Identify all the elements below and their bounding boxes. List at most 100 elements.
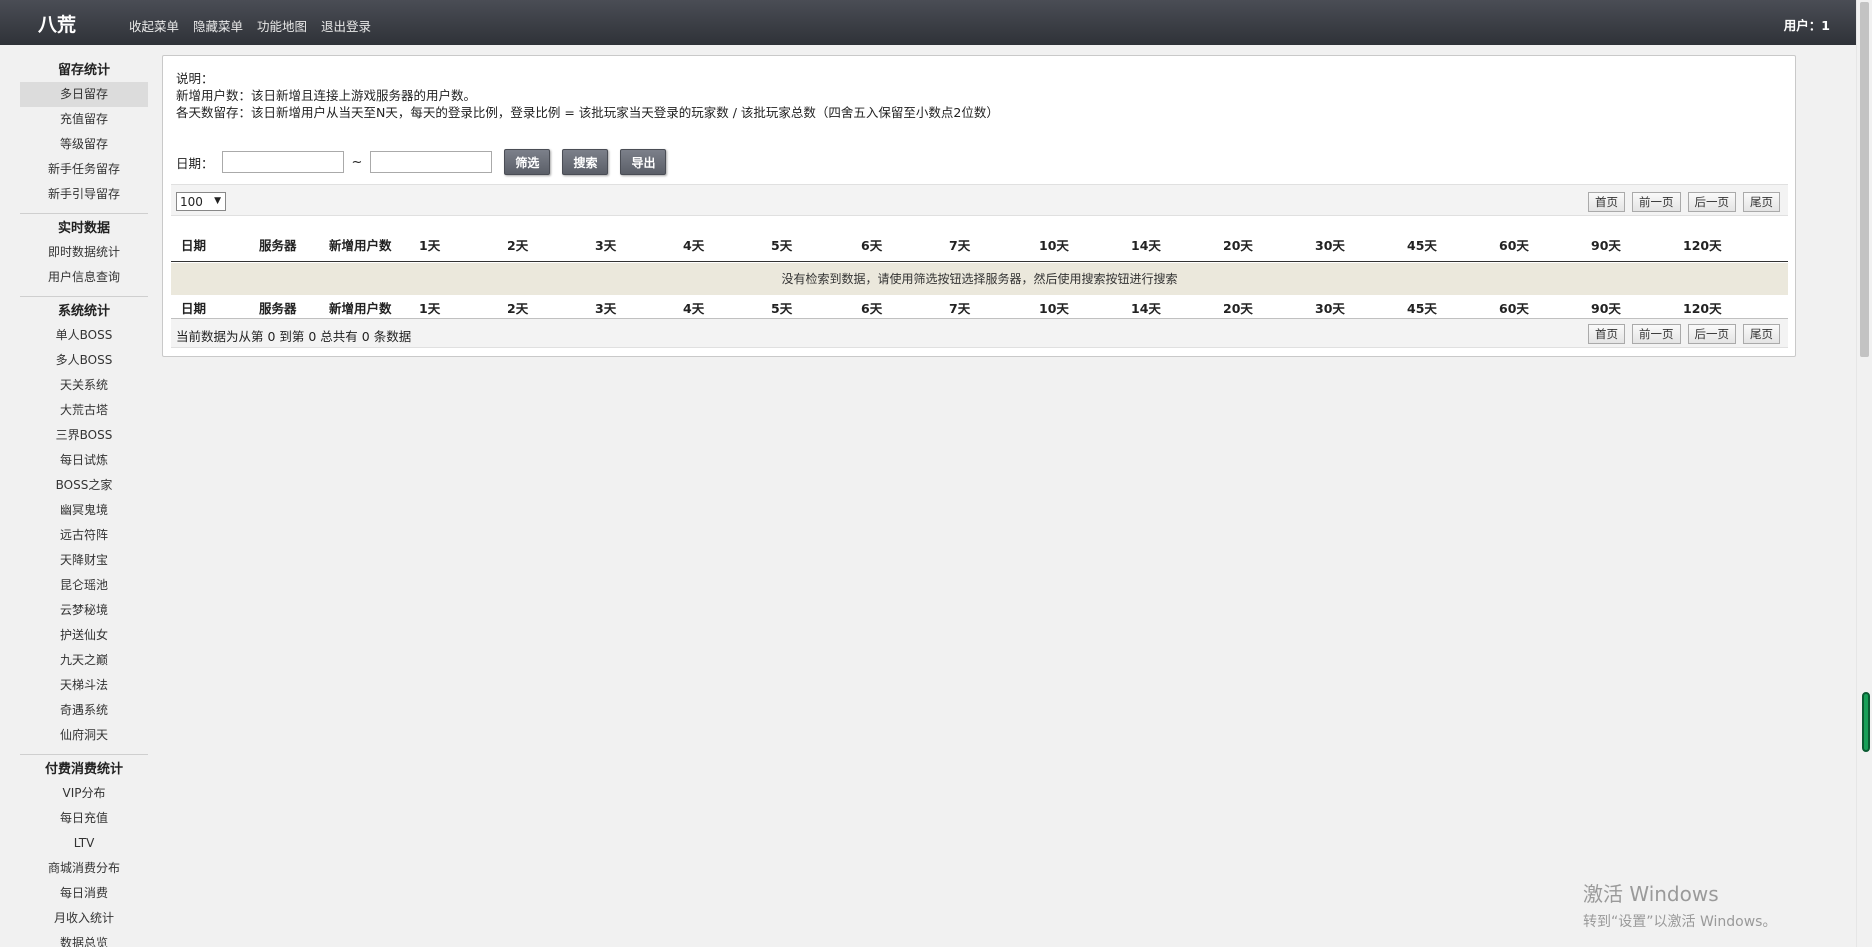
sidebar-item-payment[interactable]: 每日充值 [20, 806, 148, 831]
sidebar: 留存统计 多日留存 充值留存 等级留存 新手任务留存 新手引导留存 实时数据 即… [20, 60, 148, 947]
sidebar-item-system[interactable]: 九天之巅 [20, 648, 148, 673]
table-column-header: 30天 [1315, 238, 1345, 253]
table-column-header: 30天 [1315, 300, 1345, 316]
sidebar-item-recharge-retention[interactable]: 充值留存 [20, 107, 148, 132]
sidebar-item-newbie-guide-retention[interactable]: 新手引导留存 [20, 182, 148, 207]
table-column-header: 3天 [595, 238, 617, 253]
sidebar-item-system[interactable]: 远古符阵 [20, 523, 148, 548]
sidebar-item-level-retention[interactable]: 等级留存 [20, 132, 148, 157]
prev-page-button[interactable]: 前一页 [1632, 324, 1681, 344]
table-column-header: 90天 [1591, 238, 1621, 253]
sidebar-item-system[interactable]: 仙府洞天 [20, 723, 148, 748]
table-footer-header: 日期 服务器 新增用户数 1天 2天 3天 4天 5天 6天 7天 10天 14天 20天 30天 45天 6… [171, 296, 1788, 318]
table-column-header: 6天 [861, 300, 883, 316]
table-column-header: 45天 [1407, 238, 1437, 253]
table-column-header: 日期 [181, 300, 207, 316]
table-column-header: 新增用户数 [329, 238, 392, 253]
table-column-header: 7天 [949, 238, 971, 253]
table-column-header: 服务器 [259, 300, 297, 316]
sidebar-item-system[interactable]: 三界BOSS [20, 423, 148, 448]
sidebar-group-title: 留存统计 [57, 63, 110, 78]
sidebar-item-system[interactable]: 奇遇系统 [20, 698, 148, 723]
table-column-header: 新增用户数 [329, 300, 392, 316]
sidebar-item-payment[interactable]: LTV [20, 831, 148, 856]
chevron-down-icon: ▼ [214, 196, 221, 206]
empty-table-message: 没有检索到数据，请使用筛选按钮选择服务器，然后使用搜索按钮进行搜索 [171, 263, 1788, 295]
hide-menu-link[interactable]: 隐藏菜单 [193, 16, 243, 35]
sidebar-item-payment[interactable]: 每日消费 [20, 881, 148, 906]
sidebar-item-system[interactable]: 天梯斗法 [20, 673, 148, 698]
filter-button[interactable]: 筛选 [504, 149, 551, 175]
first-page-button[interactable]: 首页 [1588, 192, 1625, 212]
collapse-menu-link[interactable]: 收起菜单 [129, 16, 179, 35]
record-info: 当前数据为从第 0 到第 0 总共有 0 条数据 [176, 329, 412, 344]
pager-bottom: 首页 前一页 后一页 尾页 [1588, 324, 1780, 344]
vertical-scrollbar[interactable] [1856, 0, 1872, 947]
sidebar-item-system[interactable]: 多人BOSS [20, 348, 148, 373]
date-label: 日期： [176, 155, 214, 171]
table-column-header: 20天 [1223, 300, 1253, 316]
user-label: 用户：1 [1783, 18, 1830, 33]
sidebar-item-payment[interactable]: 月收入统计 [20, 906, 148, 931]
table-column-header: 14天 [1131, 238, 1161, 253]
sidebar-item-system[interactable]: 每日试炼 [20, 448, 148, 473]
description-line: 各天数留存：该日新增用户从当天至N天，每天的登录比例，登录比例 = 该批玩家当天… [176, 105, 999, 120]
sidebar-item-system[interactable]: BOSS之家 [20, 473, 148, 498]
next-page-button[interactable]: 后一页 [1687, 192, 1736, 212]
table-column-header: 14天 [1131, 300, 1161, 316]
sidebar-item-payment[interactable]: VIP分布 [20, 781, 148, 806]
pager-top: 首页 前一页 后一页 尾页 [1588, 192, 1780, 212]
scrollbar-thumb[interactable] [1860, 2, 1869, 357]
watermark-line: 转到“设置”以激活 Windows。 [1583, 914, 1777, 930]
table-column-header: 2天 [507, 300, 529, 316]
page-size-select[interactable]: 100 ▼ [176, 192, 226, 211]
sidebar-item-system[interactable]: 单人BOSS [20, 323, 148, 348]
table-column-header: 4天 [683, 300, 705, 316]
table-column-header: 60天 [1499, 238, 1529, 253]
sidebar-item-payment[interactable]: 数据总览 [20, 931, 148, 947]
logout-link[interactable]: 退出登录 [321, 16, 371, 35]
last-page-button[interactable]: 尾页 [1743, 324, 1780, 344]
sidebar-item-system[interactable]: 护送仙女 [20, 623, 148, 648]
sidebar-item-system[interactable]: 天降财宝 [20, 548, 148, 573]
table-column-header: 服务器 [259, 238, 297, 253]
next-page-button[interactable]: 后一页 [1687, 324, 1736, 344]
start-date-input[interactable] [221, 151, 344, 173]
function-map-link[interactable]: 功能地图 [257, 16, 307, 35]
table-column-header: 4天 [683, 238, 705, 253]
table-toolbar-top: 100 ▼ 首页 前一页 后一页 尾页 [171, 184, 1788, 216]
table-column-header: 10天 [1039, 300, 1069, 316]
brand-logo: 八荒 [38, 14, 77, 36]
sidebar-item-system[interactable]: 天关系统 [20, 373, 148, 398]
end-date-input[interactable] [370, 151, 493, 173]
sidebar-item-multi-day-retention[interactable]: 多日留存 [20, 82, 148, 107]
prev-page-button[interactable]: 前一页 [1632, 192, 1681, 212]
date-separator: ~ [351, 154, 363, 170]
sidebar-divider [20, 296, 148, 297]
sidebar-item-system[interactable]: 云梦秘境 [20, 598, 148, 623]
sidebar-item-payment[interactable]: 商城消费分布 [20, 856, 148, 881]
sidebar-item-system[interactable]: 幽冥鬼境 [20, 498, 148, 523]
watermark-line: 激活 Windows [1583, 882, 1719, 906]
sidebar-item-realtime-stats[interactable]: 即时数据统计 [20, 240, 148, 265]
table-column-header: 120天 [1683, 238, 1722, 253]
sidebar-item-system[interactable]: 大荒古塔 [20, 398, 148, 423]
main-panel: 说明： 新增用户数：该日新增且连接上游戏服务器的用户数。 各天数留存：该日新增用… [162, 55, 1796, 357]
description-block: 说明： 新增用户数：该日新增且连接上游戏服务器的用户数。 各天数留存：该日新增用… [176, 70, 999, 121]
sidebar-item-user-info-query[interactable]: 用户信息查询 [20, 265, 148, 290]
last-page-button[interactable]: 尾页 [1743, 192, 1780, 212]
search-button[interactable]: 搜索 [562, 149, 609, 175]
table-column-header: 2天 [507, 238, 529, 253]
table-column-header: 1天 [419, 300, 441, 316]
sidebar-item-newbie-task-retention[interactable]: 新手任务留存 [20, 157, 148, 182]
top-bar: 八荒 收起菜单 隐藏菜单 功能地图 退出登录 用户：1 [0, 0, 1856, 45]
extension-tab-icon[interactable] [1862, 692, 1870, 752]
table-column-header: 日期 [181, 238, 207, 253]
first-page-button[interactable]: 首页 [1588, 324, 1625, 344]
sidebar-item-system[interactable]: 昆仑瑶池 [20, 573, 148, 598]
table-header: 日期 服务器 新增用户数 1天 2天 3天 4天 5天 6天 7天 10天 14天 20天 30天 45天 6… [171, 228, 1788, 262]
export-button[interactable]: 导出 [620, 149, 667, 175]
table-column-header: 60天 [1499, 300, 1529, 316]
table-column-header: 3天 [595, 300, 617, 316]
table-column-header: 20天 [1223, 238, 1253, 253]
